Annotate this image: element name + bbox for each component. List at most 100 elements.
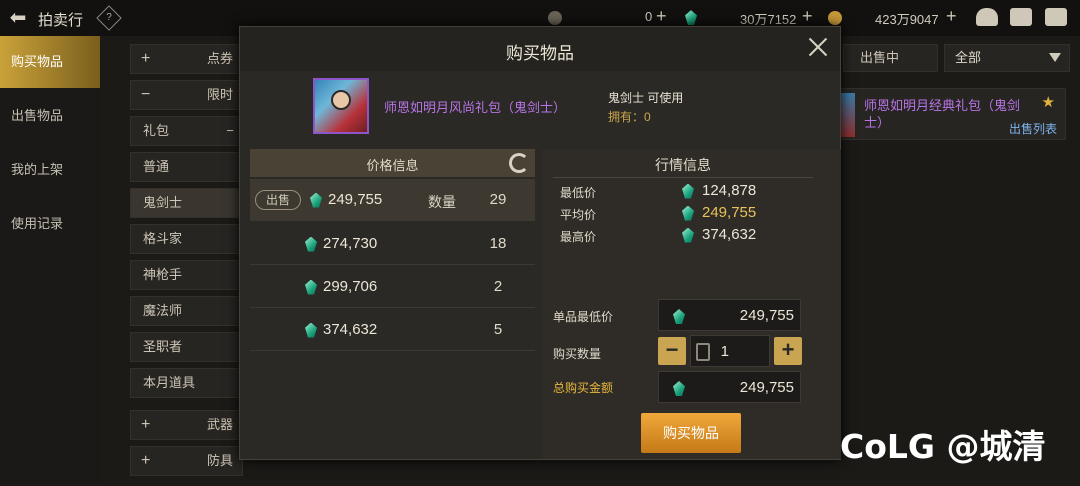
watermark: CoLG @城清: [840, 427, 1046, 466]
price-row[interactable]: 299,706 2: [250, 266, 535, 308]
sell-tag: 出售: [255, 190, 301, 210]
close-icon[interactable]: [806, 35, 830, 59]
quantity-value: 5: [493, 321, 503, 338]
item-icon: [313, 78, 369, 134]
expand-icon: +: [141, 416, 151, 433]
gem-currency: [685, 9, 697, 26]
star-icon[interactable]: ★: [1042, 93, 1055, 111]
unit-min-price-field: 249,755: [658, 299, 801, 331]
refresh-icon[interactable]: [509, 153, 529, 173]
category-weapon[interactable]: + 武器: [130, 410, 243, 440]
price-row[interactable]: 出售 249,755 数量 29: [250, 179, 535, 221]
gem-icon: [685, 10, 697, 26]
collapse-icon: −: [226, 123, 234, 138]
status-filter[interactable]: 出售中: [843, 44, 938, 72]
modal-title: 购买物品: [506, 44, 574, 63]
calculator-icon[interactable]: [696, 343, 710, 361]
min-price-value: 124,878: [682, 182, 756, 199]
expand-icon: +: [141, 452, 151, 469]
category-armor[interactable]: + 防具: [130, 446, 243, 476]
sale-list-link[interactable]: 出售列表: [1009, 120, 1057, 137]
price-value: 299,706: [305, 278, 377, 295]
increase-quantity-button[interactable]: +: [774, 337, 802, 365]
quantity-value: 29: [489, 191, 507, 208]
item-usable-text: 鬼剑士 可使用: [608, 91, 684, 105]
item-thumbnail: [841, 93, 855, 137]
price-info-title: 价格信息: [366, 158, 419, 173]
avg-price-value: 249,755: [682, 204, 756, 221]
buy-quantity-label: 购买数量: [553, 347, 602, 361]
modal-header: 购买物品: [240, 27, 840, 71]
divider: [553, 177, 813, 178]
bag-icon[interactable]: [976, 8, 998, 26]
filter-value: 全部: [955, 50, 982, 65]
sidebar-item-sell[interactable]: 出售物品: [0, 90, 100, 142]
avg-price-label: 平均价: [560, 208, 597, 222]
page-title: 拍卖行: [38, 12, 84, 29]
category-gunner[interactable]: 神枪手: [130, 260, 243, 290]
price-value: 249,755: [310, 191, 382, 208]
sidebar: 购买物品 出售物品 我的上架 使用记录: [0, 36, 100, 486]
max-price-value: 374,632: [682, 226, 756, 243]
category-limited[interactable]: − 限时: [130, 80, 243, 110]
unit-min-price-label: 单品最低价: [553, 310, 614, 324]
total-amount-field: 249,755: [658, 371, 801, 403]
coupon-value: 0: [645, 9, 653, 24]
back-arrow-icon[interactable]: ⬅: [6, 6, 30, 30]
category-monthly[interactable]: 本月道具: [130, 368, 243, 398]
gem-icon: [682, 227, 694, 243]
add-gold-icon[interactable]: +: [946, 6, 957, 27]
item-name: 师恩如明月风尚礼包（鬼剑士）: [384, 100, 567, 115]
quantity-value: 18: [489, 235, 507, 252]
add-gem-icon[interactable]: +: [802, 6, 813, 27]
gold-value: 423万9047: [875, 12, 939, 27]
item-owned-text: 拥有：0: [608, 110, 651, 124]
quantity-label: 数量: [428, 194, 456, 210]
gem-icon: [305, 236, 317, 252]
gem-icon: [682, 205, 694, 221]
category-slayer[interactable]: 鬼剑士: [130, 188, 243, 218]
sidebar-item-my-listings[interactable]: 我的上架: [0, 144, 100, 196]
quantity-value: 2: [493, 278, 503, 295]
category-gift[interactable]: 礼包 −: [130, 116, 243, 146]
listing-card[interactable]: 师恩如明月经典礼包（鬼剑士） ★ 出售列表: [838, 88, 1066, 140]
price-row[interactable]: 374,632 5: [250, 309, 535, 351]
gold-currency: [828, 9, 846, 25]
category-points[interactable]: + 点券: [130, 44, 243, 74]
add-coupon-icon[interactable]: +: [656, 6, 667, 27]
total-amount-label: 总购买金额: [553, 381, 614, 395]
category-fighter[interactable]: 格斗家: [130, 224, 243, 254]
price-value: 274,730: [305, 235, 377, 252]
buy-item-modal: 购买物品 师恩如明月风尚礼包（鬼剑士） 鬼剑士 可使用 拥有：0 价格信息 出售…: [239, 26, 841, 460]
gem-icon: [305, 279, 317, 295]
mail-icon[interactable]: [1010, 8, 1032, 26]
sidebar-item-buy[interactable]: 购买物品: [0, 36, 100, 88]
category-priest[interactable]: 圣职者: [130, 332, 243, 362]
chevron-down-icon: [1049, 53, 1061, 62]
market-info-title: 行情信息: [655, 157, 711, 173]
sidebar-item-history[interactable]: 使用记录: [0, 198, 100, 250]
filter-dropdown[interactable]: 全部: [944, 44, 1070, 72]
coupon-icon: [548, 10, 562, 25]
coupon-currency: [548, 9, 566, 25]
decrease-quantity-button[interactable]: −: [658, 337, 686, 365]
expand-icon: +: [141, 50, 151, 67]
gold-coin-icon: [828, 10, 842, 25]
price-row[interactable]: 274,730 18: [250, 223, 535, 265]
gem-icon: [673, 381, 685, 396]
min-price-label: 最低价: [560, 186, 597, 200]
price-value: 374,632: [305, 321, 377, 338]
category-mage[interactable]: 魔法师: [130, 296, 243, 326]
gem-icon: [682, 183, 694, 199]
collapse-icon: −: [141, 86, 151, 103]
help-icon[interactable]: ?: [96, 5, 122, 31]
max-price-label: 最高价: [560, 230, 597, 244]
gem-icon: [673, 309, 685, 324]
price-info-header: 价格信息: [250, 149, 535, 177]
gem-icon: [310, 192, 322, 208]
chat-icon[interactable]: [1045, 8, 1067, 26]
buy-button[interactable]: 购买物品: [641, 413, 741, 453]
listing-item-name: 师恩如明月经典礼包（鬼剑士）: [864, 98, 1021, 130]
gem-icon: [305, 322, 317, 338]
category-normal[interactable]: 普通: [130, 152, 243, 182]
